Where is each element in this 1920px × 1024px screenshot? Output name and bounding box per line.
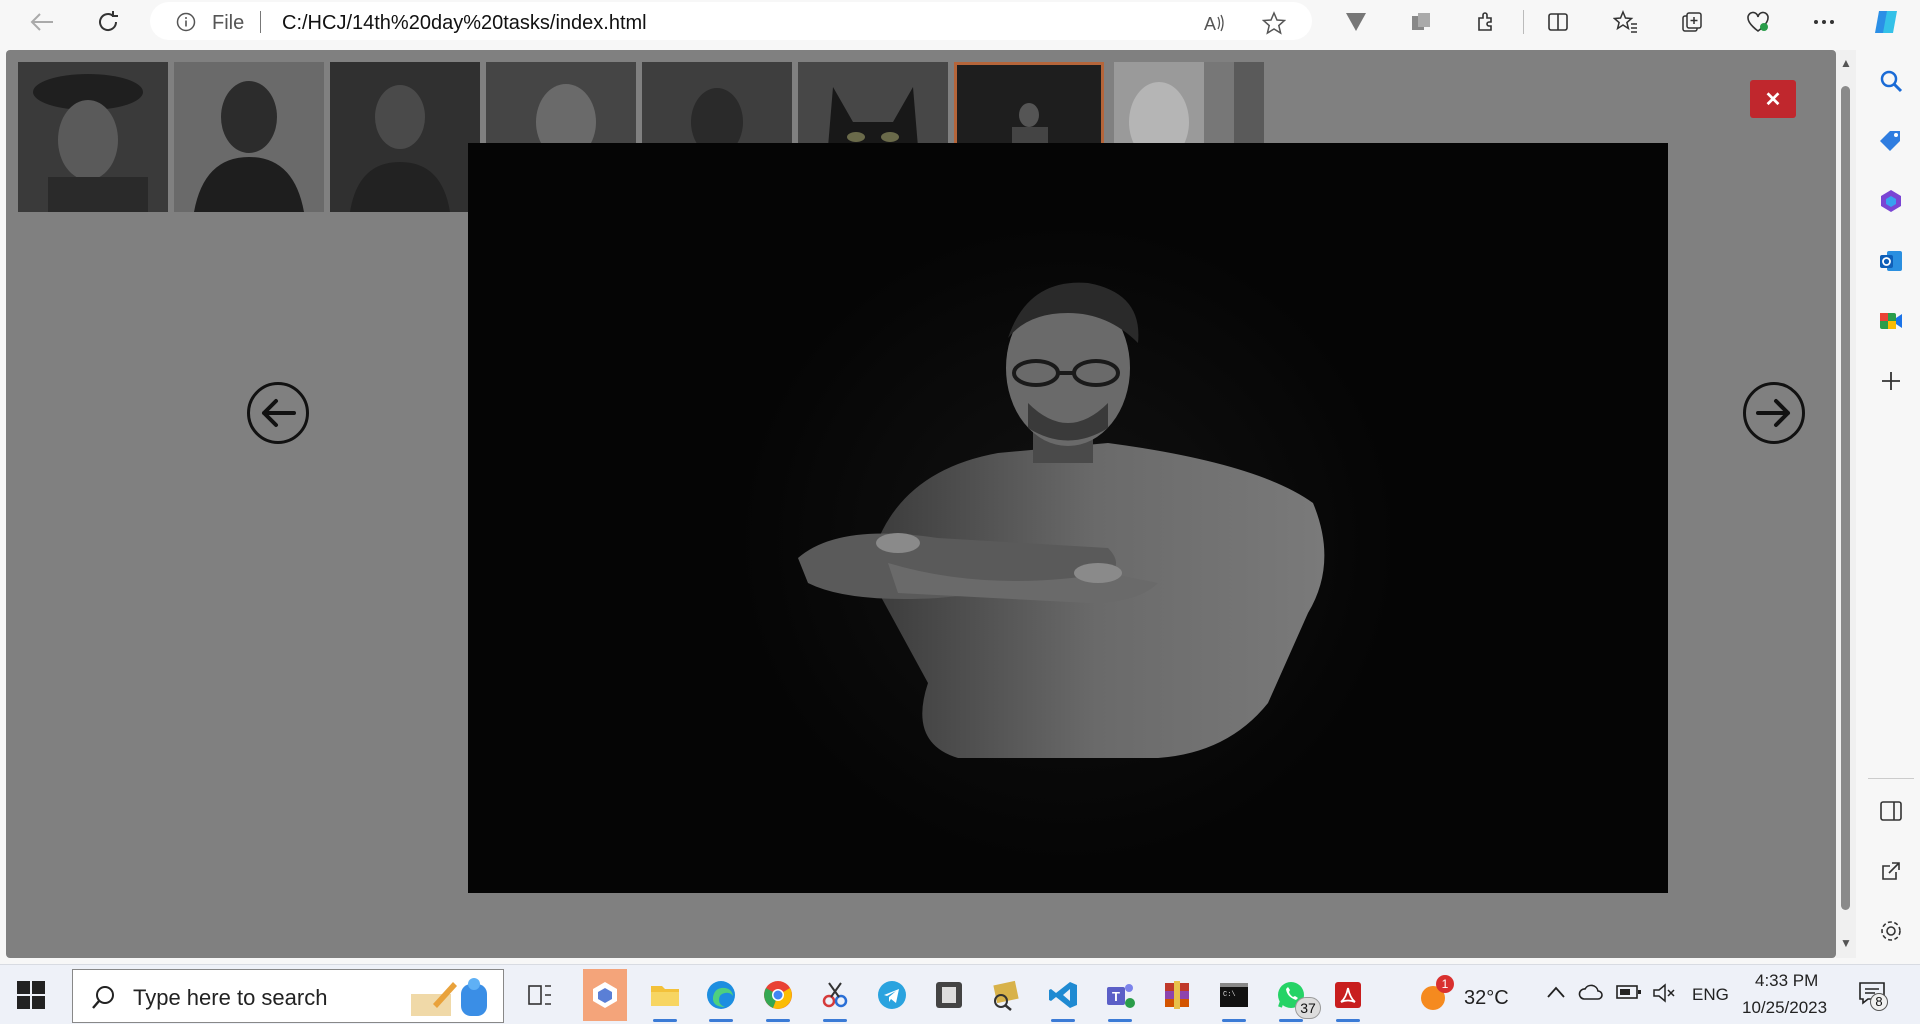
- close-icon: ✕: [1764, 88, 1782, 111]
- collections-icon[interactable]: [1405, 6, 1437, 38]
- vscode-icon[interactable]: [1041, 973, 1085, 1022]
- vivaldi-extension-icon[interactable]: [1340, 6, 1372, 38]
- weather-widget[interactable]: 1 32°C: [1418, 975, 1518, 1015]
- svg-text:A: A: [1204, 14, 1216, 34]
- taskbar-search-box[interactable]: Type here to search: [72, 969, 504, 1023]
- windows-taskbar: Type here to search T C:\ 37 1 32°C ENG …: [0, 964, 1920, 1024]
- scroll-down-arrow-icon[interactable]: ▼: [1840, 936, 1852, 950]
- search-placeholder: Type here to search: [133, 985, 328, 1010]
- clock-date[interactable]: 10/25/2023: [1742, 998, 1827, 1018]
- chevron-up-icon[interactable]: [1546, 985, 1566, 999]
- search-highlight-illustration-icon: [411, 978, 487, 1016]
- chrome-icon[interactable]: [756, 973, 800, 1022]
- office-icon[interactable]: [1877, 187, 1905, 215]
- shopping-tag-icon[interactable]: [1877, 127, 1905, 155]
- speaker-muted-icon[interactable]: [1652, 983, 1676, 1003]
- windows-start-icon[interactable]: [16, 980, 46, 1010]
- close-lightbox-button[interactable]: ✕: [1750, 80, 1796, 118]
- add-icon[interactable]: [1877, 367, 1905, 395]
- edge-icon[interactable]: [699, 973, 743, 1022]
- next-arrow-button[interactable]: [1743, 382, 1805, 444]
- browser-toolbar: File C:/HCJ/14th%20day%20tasks/index.htm…: [0, 0, 1920, 43]
- settings-gear-icon[interactable]: [1877, 917, 1905, 945]
- whatsapp-unread-badge: 37: [1295, 997, 1321, 1019]
- search-icon[interactable]: [1877, 67, 1905, 95]
- page-viewport: ✕: [6, 50, 1836, 958]
- scroll-thumb[interactable]: [1841, 86, 1850, 910]
- info-icon[interactable]: [176, 12, 196, 32]
- toolbar-divider: [1523, 10, 1524, 34]
- notification-count-badge: 8: [1870, 993, 1888, 1011]
- more-menu-icon[interactable]: [1808, 6, 1840, 38]
- battery-icon[interactable]: [1616, 983, 1642, 1001]
- split-screen-icon[interactable]: [1542, 6, 1574, 38]
- notification-center-icon[interactable]: 8: [1858, 981, 1890, 1011]
- weather-alert-badge: 1: [1436, 975, 1454, 993]
- sidebar-toggle-icon[interactable]: [1877, 797, 1905, 825]
- vertical-scrollbar[interactable]: ▲ ▼: [1836, 50, 1856, 958]
- back-arrow-icon[interactable]: [26, 6, 58, 38]
- thumbnail-1[interactable]: [18, 62, 168, 212]
- previous-arrow-button[interactable]: [247, 382, 309, 444]
- read-aloud-icon[interactable]: A: [1202, 11, 1226, 35]
- cube-app-icon[interactable]: [583, 969, 627, 1021]
- thumbnail-2[interactable]: [174, 62, 324, 212]
- favorite-star-icon[interactable]: [1262, 11, 1286, 35]
- refresh-icon[interactable]: [92, 6, 124, 38]
- svg-text:C:\: C:\: [1223, 991, 1236, 999]
- teams-icon[interactable]: T: [1098, 973, 1142, 1022]
- edge-sidebar: [1862, 43, 1920, 961]
- language-indicator[interactable]: ENG: [1692, 985, 1729, 1005]
- thumbnail-3[interactable]: [330, 62, 480, 212]
- telegram-icon[interactable]: [870, 973, 914, 1017]
- arrow-right-icon: [1756, 399, 1790, 427]
- favorites-icon[interactable]: [1610, 6, 1642, 38]
- address-bar[interactable]: File C:/HCJ/14th%20day%20tasks/index.htm…: [150, 2, 1312, 40]
- outlook-icon[interactable]: [1877, 247, 1905, 275]
- pictures-app-icon[interactable]: [984, 973, 1028, 1017]
- file-scheme-label: File: [212, 12, 245, 34]
- whatsapp-icon[interactable]: 37: [1269, 973, 1321, 1022]
- snipping-tool-icon[interactable]: [813, 973, 857, 1022]
- copilot-icon[interactable]: [1870, 6, 1902, 38]
- onedrive-cloud-icon[interactable]: [1578, 983, 1604, 1001]
- clock-time[interactable]: 4:33 PM: [1755, 971, 1818, 991]
- terminal-icon[interactable]: C:\: [1212, 973, 1256, 1022]
- arrow-left-icon: [262, 399, 296, 427]
- scroll-up-arrow-icon[interactable]: ▲: [1840, 56, 1852, 70]
- open-external-icon[interactable]: [1877, 857, 1905, 885]
- address-separator: [260, 11, 261, 33]
- weather-temperature: 32°C: [1464, 987, 1509, 1009]
- lightbox-image: [468, 143, 1668, 893]
- url-text[interactable]: C:/HCJ/14th%20day%20tasks/index.html: [282, 12, 647, 35]
- task-view-icon[interactable]: [518, 973, 562, 1017]
- meet-icon[interactable]: [1877, 307, 1905, 335]
- notes-app-icon[interactable]: [927, 973, 971, 1017]
- add-collection-icon[interactable]: [1676, 6, 1708, 38]
- extensions-puzzle-icon[interactable]: [1471, 6, 1503, 38]
- sidebar-divider: [1868, 778, 1914, 779]
- svg-text:T: T: [1112, 989, 1120, 1004]
- winrar-icon[interactable]: [1155, 973, 1199, 1017]
- file-explorer-icon[interactable]: [643, 973, 687, 1022]
- acrobat-icon[interactable]: [1326, 973, 1370, 1022]
- browser-essentials-icon[interactable]: [1742, 6, 1774, 38]
- search-magnifier-icon: [92, 986, 114, 1009]
